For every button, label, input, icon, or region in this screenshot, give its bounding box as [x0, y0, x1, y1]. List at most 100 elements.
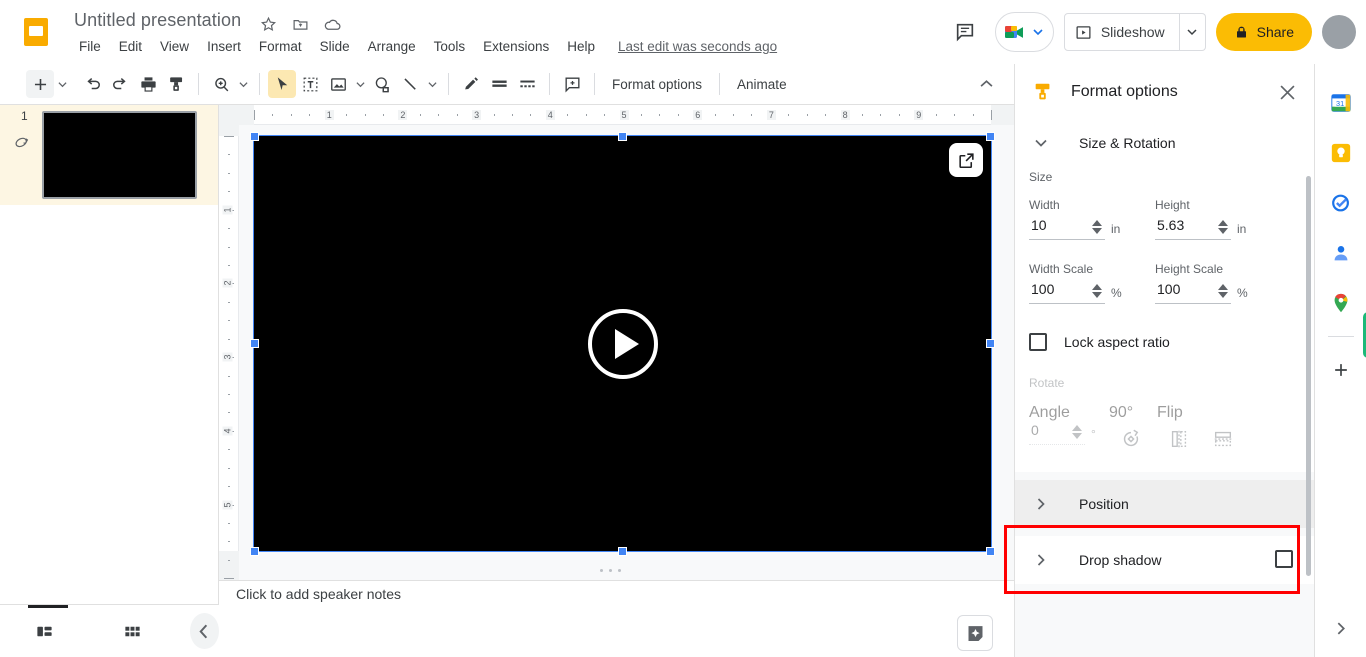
- pen-button[interactable]: [457, 70, 485, 98]
- position-label: Position: [1079, 496, 1129, 512]
- height-scale-input[interactable]: [1155, 281, 1213, 297]
- speaker-notes-area[interactable]: Click to add speaker notes: [219, 581, 1014, 657]
- resize-handle-se[interactable]: [986, 547, 995, 556]
- explore-button[interactable]: [957, 615, 993, 651]
- rotate-90-icon[interactable]: [1109, 422, 1153, 456]
- slide-thumbnail-1[interactable]: 1: [0, 105, 218, 205]
- slideshow-options-caret[interactable]: [1179, 13, 1206, 51]
- resize-handle-ne[interactable]: [986, 132, 995, 141]
- flip-vertical-icon[interactable]: [1201, 422, 1245, 456]
- resize-handle-n[interactable]: [618, 132, 627, 141]
- google-maps-icon[interactable]: [1315, 278, 1366, 328]
- drop-shadow-section-row[interactable]: Drop shadow: [1015, 536, 1315, 584]
- paint-format-button[interactable]: [162, 70, 190, 98]
- redo-button[interactable]: [106, 70, 134, 98]
- new-slide-caret-icon[interactable]: [54, 70, 70, 98]
- resize-handle-sw[interactable]: [250, 547, 259, 556]
- angle-stepper[interactable]: [1071, 424, 1083, 440]
- menu-extensions[interactable]: Extensions: [474, 37, 558, 56]
- google-keep-icon[interactable]: [1315, 128, 1366, 178]
- video-placeholder[interactable]: [254, 136, 991, 551]
- height-scale-stepper[interactable]: [1217, 283, 1229, 299]
- share-button[interactable]: Share: [1215, 13, 1312, 51]
- zoom-button[interactable]: [207, 70, 235, 98]
- select-tool-button[interactable]: [268, 70, 296, 98]
- text-box-button[interactable]: [296, 70, 324, 98]
- width-input[interactable]: [1029, 217, 1087, 233]
- google-calendar-icon[interactable]: 31: [1315, 78, 1366, 128]
- open-in-new-icon[interactable]: [949, 143, 983, 177]
- width-scale-input[interactable]: [1029, 281, 1087, 297]
- expand-side-panel-icon[interactable]: [1325, 613, 1355, 643]
- transition-button[interactable]: [513, 70, 541, 98]
- menu-slide[interactable]: Slide: [311, 37, 359, 56]
- animate-button[interactable]: Animate: [728, 72, 796, 97]
- google-contacts-icon[interactable]: [1315, 228, 1366, 278]
- move-to-folder-icon[interactable]: [290, 14, 310, 34]
- slide-canvas[interactable]: [254, 136, 991, 551]
- drop-shadow-checkbox[interactable]: [1275, 550, 1293, 568]
- collapse-filmstrip-icon[interactable]: [190, 613, 220, 649]
- last-edit-link[interactable]: Last edit was seconds ago: [618, 39, 777, 54]
- flip-horizontal-icon[interactable]: [1157, 422, 1201, 456]
- width-scale-stepper[interactable]: [1091, 283, 1103, 299]
- filmstrip-view-icon[interactable]: [30, 613, 59, 649]
- close-panel-icon[interactable]: [1273, 78, 1301, 106]
- lock-aspect-ratio-checkbox[interactable]: [1029, 333, 1047, 351]
- notes-resize-grip[interactable]: [600, 569, 621, 572]
- menu-arrange[interactable]: Arrange: [359, 37, 425, 56]
- menu-edit[interactable]: Edit: [110, 37, 151, 56]
- vertical-ruler[interactable]: 1 2 3 4 5: [219, 125, 239, 604]
- background-lines-button[interactable]: [485, 70, 513, 98]
- toolbar-divider-2: [259, 73, 260, 95]
- menu-insert[interactable]: Insert: [198, 37, 250, 56]
- slides-logo-icon[interactable]: [20, 16, 52, 48]
- insert-image-button[interactable]: [324, 70, 352, 98]
- line-button[interactable]: [396, 70, 424, 98]
- horizontal-ruler[interactable]: 1 2 3 4 5 6 7 8 9: [219, 105, 1014, 125]
- ruler-tick: [254, 110, 255, 120]
- google-tasks-icon[interactable]: [1315, 178, 1366, 228]
- resize-handle-nw[interactable]: [250, 132, 259, 141]
- ruler-label: 9: [914, 110, 924, 120]
- menu-file[interactable]: File: [70, 37, 110, 56]
- new-slide-button[interactable]: [26, 70, 54, 98]
- height-stepper[interactable]: [1217, 219, 1229, 235]
- add-comment-button[interactable]: [558, 70, 586, 98]
- zoom-caret-icon[interactable]: [235, 70, 251, 98]
- cloud-saved-icon[interactable]: [322, 14, 342, 34]
- angle-input[interactable]: [1029, 422, 1067, 438]
- line-caret-icon[interactable]: [424, 70, 440, 98]
- menu-view[interactable]: View: [151, 37, 198, 56]
- print-button[interactable]: [134, 70, 162, 98]
- resize-handle-w[interactable]: [250, 339, 259, 348]
- menu-help[interactable]: Help: [558, 37, 604, 56]
- image-caret-icon[interactable]: [352, 70, 368, 98]
- account-avatar[interactable]: [1322, 15, 1356, 49]
- get-add-ons-icon[interactable]: [1315, 345, 1366, 395]
- star-icon[interactable]: [258, 14, 278, 34]
- resize-handle-e[interactable]: [986, 339, 995, 348]
- lock-aspect-ratio-row[interactable]: Lock aspect ratio: [1015, 322, 1315, 362]
- undo-button[interactable]: [78, 70, 106, 98]
- comment-history-icon[interactable]: [945, 12, 985, 52]
- menu-tools[interactable]: Tools: [425, 37, 475, 56]
- panel-scrollbar[interactable]: [1306, 176, 1311, 576]
- slideshow-group: Slideshow: [1063, 13, 1206, 51]
- play-circle-icon[interactable]: [586, 307, 660, 381]
- grid-view-icon[interactable]: [118, 613, 147, 649]
- shape-button[interactable]: [368, 70, 396, 98]
- slideshow-button[interactable]: Slideshow: [1063, 13, 1180, 51]
- height-input[interactable]: [1155, 217, 1213, 233]
- format-options-button[interactable]: Format options: [603, 72, 711, 97]
- collapse-toolbar-icon[interactable]: [972, 70, 1000, 98]
- ruler-tick-v: [228, 393, 230, 395]
- menu-format[interactable]: Format: [250, 37, 311, 56]
- document-title[interactable]: Untitled presentation: [74, 10, 241, 31]
- width-stepper[interactable]: [1091, 219, 1103, 235]
- meet-button[interactable]: [994, 12, 1054, 52]
- size-rotation-header[interactable]: Size & Rotation: [1015, 120, 1315, 166]
- slide-filmstrip: 1: [0, 105, 219, 604]
- position-section-row[interactable]: Position: [1015, 480, 1315, 528]
- resize-handle-s[interactable]: [618, 547, 627, 556]
